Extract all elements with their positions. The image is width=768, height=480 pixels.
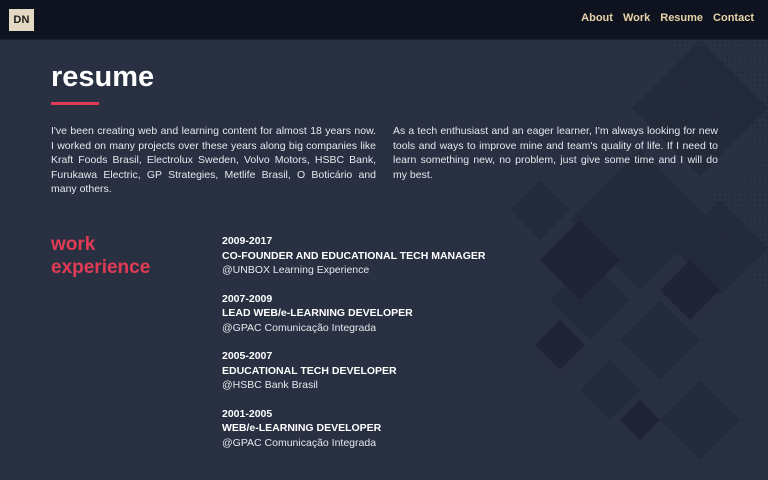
top-navigation-bar: DN About Work Resume Contact (0, 0, 768, 40)
intro-paragraph-right: As a tech enthusiast and an eager learne… (393, 125, 718, 181)
nav-link-contact[interactable]: Contact (713, 12, 754, 24)
job-period: 2001-2005 (222, 407, 273, 420)
job-company: @UNBOX Learning Experience (222, 264, 370, 276)
job-period: 2009-2017 (222, 235, 273, 247)
title-underline (51, 102, 99, 105)
work-experience-list: 2009-2017 CO-FOUNDER AND EDUCATIONAL TEC… (222, 234, 485, 464)
intro-paragraph-left: I've been creating web and learning cont… (51, 125, 376, 195)
job-entry: 2007-2009 LEAD WEB/e-LEARNING DEVELOPER … (222, 292, 485, 336)
page-title: resume (51, 61, 155, 93)
job-entry: 2009-2017 CO-FOUNDER AND EDUCATIONAL TEC… (222, 234, 485, 278)
job-role: LEAD WEB/e-LEARNING DEVELOPER (222, 307, 413, 319)
job-period: 2007-2009 (222, 292, 273, 305)
site-logo[interactable]: DN (9, 9, 34, 31)
nav-link-work[interactable]: Work (623, 12, 650, 24)
work-experience-heading: work experience (51, 234, 150, 279)
job-company: @GPAC Comunicação Integrada (222, 436, 377, 449)
job-period: 2005-2007 (222, 350, 273, 362)
job-entry: 2005-2007 EDUCATIONAL TECH DEVELOPER @HS… (222, 349, 485, 393)
nav-link-resume[interactable]: Resume (660, 12, 703, 24)
nav-link-about[interactable]: About (581, 12, 613, 24)
page: DN About Work Resume Contact resume I've… (0, 0, 768, 480)
work-experience-heading-line2: experience (51, 256, 151, 278)
job-entry: 2001-2005 WEB/e-LEARNING DEVELOPER @GPAC… (222, 407, 485, 451)
job-company: @HSBC Bank Brasil (222, 379, 318, 391)
job-role: CO-FOUNDER AND EDUCATIONAL TECH MANAGER (222, 249, 486, 262)
job-company: @GPAC Comunicação Integrada (222, 321, 377, 334)
main-nav: About Work Resume Contact (581, 12, 754, 24)
work-experience-heading-line1: work (51, 234, 96, 255)
job-role: EDUCATIONAL TECH DEVELOPER (222, 364, 397, 377)
job-role: WEB/e-LEARNING DEVELOPER (222, 422, 382, 434)
